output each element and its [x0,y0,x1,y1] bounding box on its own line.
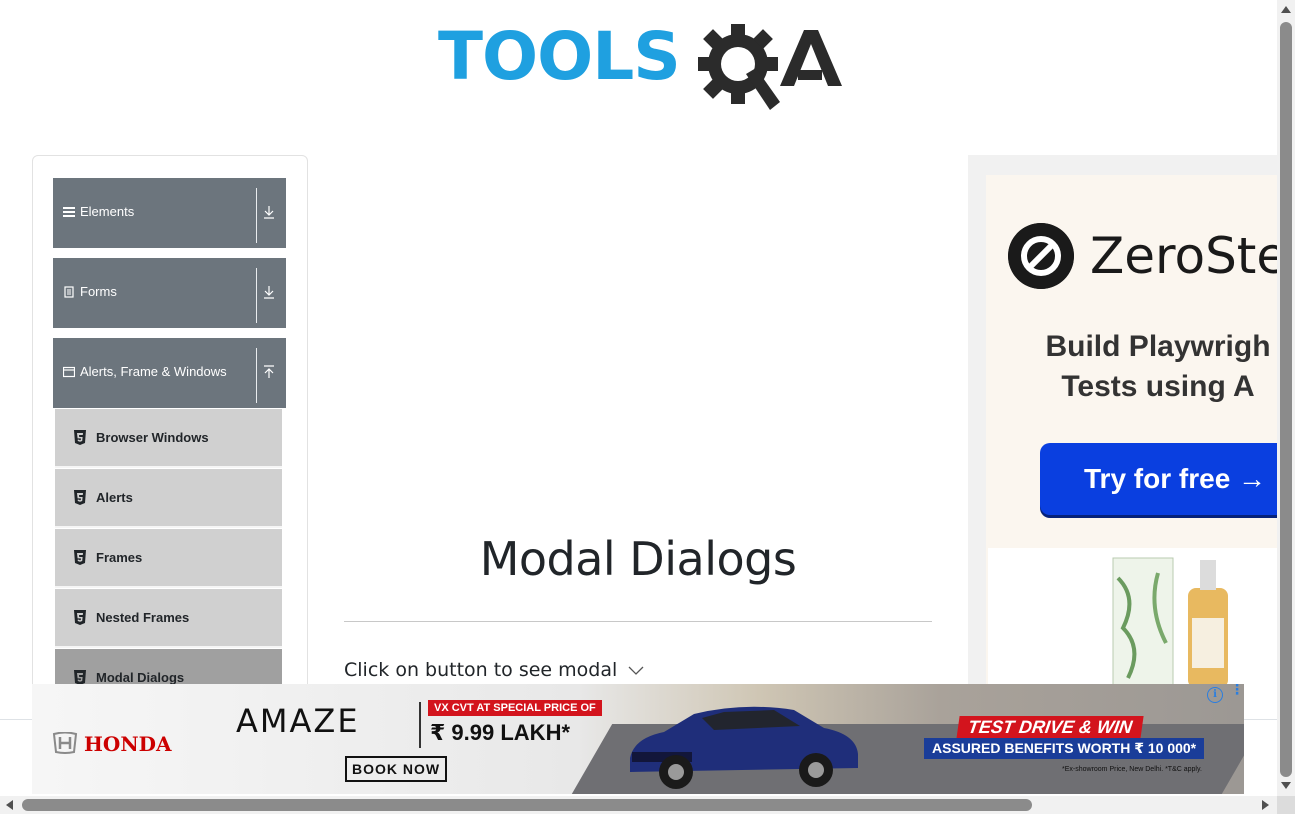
ad-brand-name: ZeroSte [1090,227,1278,285]
sidebar-item-label: Frames [96,550,143,565]
sidebar-item-alerts[interactable]: Alerts [55,469,282,528]
sidebar-group-label: Alerts, Frame & Windows [80,364,227,379]
scroll-right-icon[interactable] [1262,800,1269,810]
html5-icon [74,550,86,565]
divider [256,188,257,243]
download-icon [264,206,274,219]
ad-info-icon[interactable]: i [1207,687,1223,703]
scrollbar-corner [1277,796,1295,814]
sidebar-group-label: Elements [80,204,135,219]
sidebar-item-label: Modal Dialogs [96,670,185,685]
model-name: AMAZE [236,702,360,740]
chevron-down-icon[interactable] [628,664,644,676]
window-icon [63,366,75,378]
download-icon [264,286,274,299]
sidebar-group-alerts-frame-windows[interactable]: Alerts, Frame & Windows [53,338,286,408]
sidebar-item-label: Alerts [96,490,133,505]
zerostep-ad[interactable]: ZeroSte Build Playwrigh Tests using A Tr… [968,155,1278,685]
logo-text: TOOLS [438,18,681,95]
ad-tagline-line: Tests using A [1061,370,1255,403]
scroll-left-icon[interactable] [6,800,13,810]
title-divider [344,621,932,622]
sidebar-group-forms[interactable]: Forms [53,258,286,328]
fine-print: *Ex-showroom Price, New Delhi. *T&C appl… [1062,766,1202,773]
zerostep-logo-icon [1008,223,1074,289]
honda-banner-ad[interactable]: HONDA AMAZE VX CVT AT SPECIAL PRICE OF ₹… [32,684,1244,794]
car-image [630,706,858,789]
product-bottles-image [1112,557,1228,685]
test-drive-banner: TEST DRIVE & WIN [956,716,1144,739]
vertical-scroll-thumb[interactable] [1280,22,1292,777]
sidebar-group-label: Forms [80,284,117,299]
divider [419,702,421,748]
instruction-text: Click on button to see modal [344,659,618,681]
html5-icon [74,430,86,445]
ad-options-icon[interactable]: ⋮ [1230,684,1244,696]
sidebar-item-frames[interactable]: Frames [55,529,282,588]
divider [256,268,257,323]
horizontal-scrollbar[interactable] [0,796,1277,814]
book-now-button[interactable]: BOOK NOW [345,756,448,782]
html5-icon [74,610,86,625]
scroll-down-icon[interactable] [1281,782,1291,789]
logo-a-letter [780,30,842,86]
gear-icon [698,24,780,110]
form-icon [64,286,74,298]
vertical-scrollbar[interactable] [1277,0,1295,796]
sidebar-group-elements[interactable]: Elements [53,178,286,248]
horizontal-scroll-thumb[interactable] [22,799,1032,811]
hamburger-icon [63,207,75,217]
benefits-banner: ASSURED BENEFITS WORTH ₹ 10 000* [924,738,1205,759]
upload-icon [264,365,274,378]
scroll-up-icon[interactable] [1281,6,1291,13]
html5-icon [74,490,86,505]
page-title: Modal Dialogs [479,532,797,586]
toolsqa-logo[interactable]: TOOLS [438,18,842,114]
sidebar-item-label: Nested Frames [96,610,190,625]
offer-badge: VX CVT AT SPECIAL PRICE OF [428,700,602,716]
honda-brand: HONDA [84,732,172,756]
ad-tagline-line: Build Playwrigh [1045,330,1271,363]
sidebar-menu: Elements Forms Alerts, Frame & Windows B… [32,155,308,717]
divider [256,348,257,403]
try-for-free-button[interactable]: Try for free → [1040,443,1278,515]
price: ₹ 9.99 LAKH* [430,720,571,745]
product-image [988,548,1278,685]
sidebar-item-nested-frames[interactable]: Nested Frames [55,589,282,648]
sidebar-item-label: Browser Windows [96,430,209,445]
ad-tagline: Build Playwrigh Tests using A [1008,327,1278,407]
sidebar-item-browser-windows[interactable]: Browser Windows [55,409,282,468]
cta-label: Try for free → [1084,463,1267,494]
honda-logo-icon [52,732,78,754]
